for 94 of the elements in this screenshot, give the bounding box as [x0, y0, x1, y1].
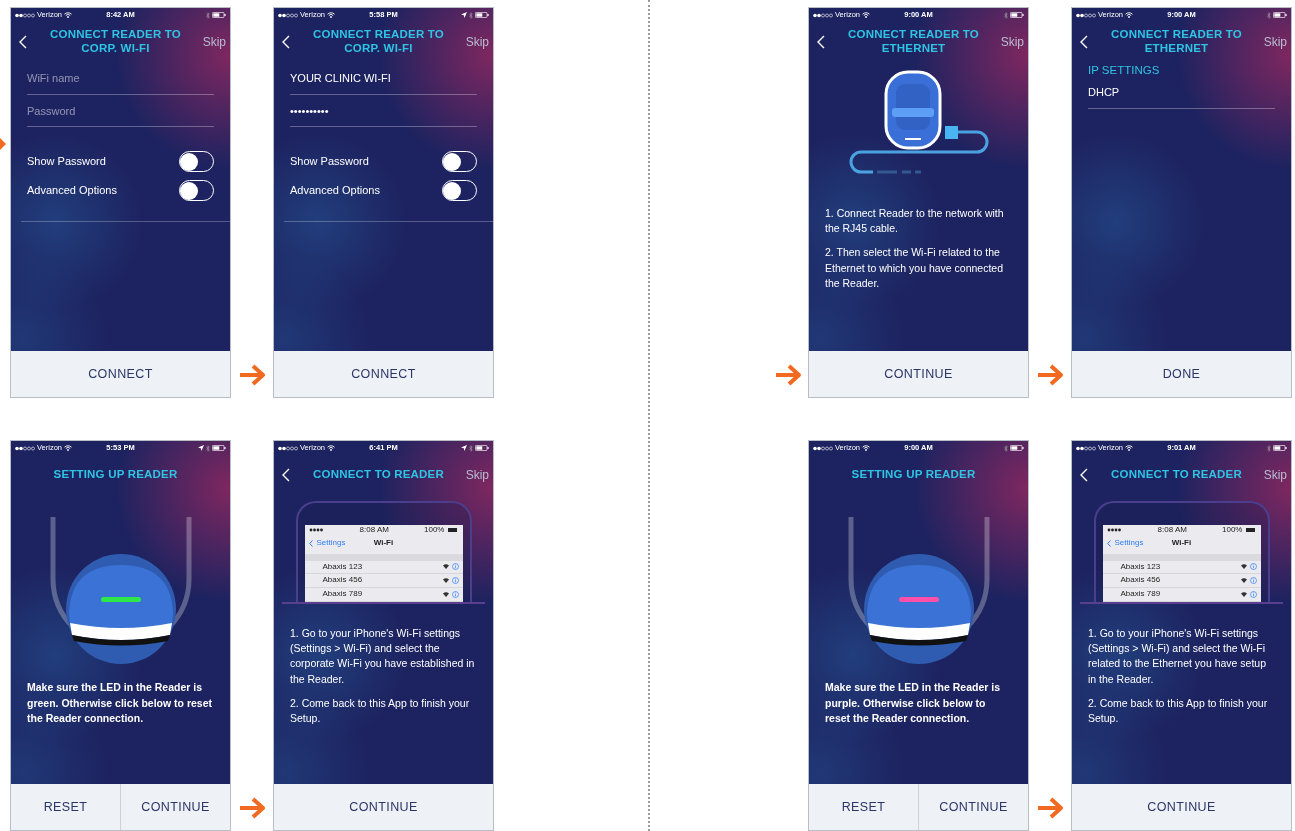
wifi-icon — [1240, 578, 1247, 584]
skip-link[interactable]: Skip — [202, 35, 226, 49]
signal-icon — [1076, 445, 1096, 451]
back-link[interactable]: Settings — [1114, 538, 1144, 548]
toggle-label: Show Password — [290, 154, 369, 170]
network-name[interactable]: Abaxis 456 — [322, 576, 440, 586]
network-name[interactable]: Abaxis 456 — [1120, 576, 1238, 586]
info-icon — [1249, 591, 1257, 599]
mockup-time: 8:08 AM — [1157, 526, 1187, 535]
section-label: IP SETTINGS — [1088, 63, 1161, 78]
battery-icon — [1246, 528, 1257, 533]
instruction-text: 2. Come back to this App to finish your Setup. — [290, 695, 471, 727]
info-icon — [451, 563, 459, 571]
screen-title: CONNECT READER TO CORP. WI-FI — [49, 28, 182, 56]
screen-title: CONNECT READER TO CORP. WI-FI — [312, 28, 445, 56]
battery-icon — [1010, 12, 1024, 18]
input-field[interactable]: •••••••••• — [290, 94, 477, 127]
signal-icon — [15, 445, 35, 451]
bluetooth-icon — [1267, 11, 1271, 19]
network-name[interactable]: Abaxis 123 — [322, 562, 440, 572]
signal-icon — [278, 445, 298, 451]
network-name[interactable]: Abaxis 123 — [1120, 562, 1238, 572]
signal-icon — [813, 12, 833, 18]
battery-icon — [1273, 445, 1287, 451]
network-name[interactable]: Abaxis 789 — [322, 590, 440, 599]
skip-link[interactable]: Skip — [1263, 468, 1287, 482]
signal-icon — [813, 445, 833, 451]
bluetooth-icon — [1267, 444, 1271, 452]
toggle-label: Advanced Options — [290, 183, 380, 199]
battery-icon — [212, 12, 226, 18]
wifi-icon — [442, 578, 449, 584]
status-message: Make sure the LED in the Reader is green. Otherwise click below to reset the Reader connection. — [26, 680, 213, 726]
signal-icon — [278, 12, 298, 18]
mockup-title: Wi-Fi — [1171, 538, 1192, 548]
toggle-label: Show Password — [27, 154, 106, 170]
input-field[interactable]: Password — [27, 94, 214, 127]
signal-icon — [1076, 12, 1096, 18]
screen-title: CONNECT READER TO ETHERNET — [847, 28, 980, 56]
signal-icon — [1106, 528, 1123, 533]
screen-title: CONNECT TO READER — [1110, 468, 1243, 482]
wifi-icon — [1125, 445, 1134, 451]
wifi-icon — [442, 592, 449, 598]
battery-icon — [212, 445, 226, 451]
instruction-text: 1. Go to your iPhone's Wi-Fi settings (Settings > Wi-Fi) and select the corporate Wi-Fi you have established in the Reader. — [290, 626, 476, 687]
skip-link[interactable]: Skip — [465, 468, 489, 482]
screen-title: SETTING UP READER — [850, 468, 977, 482]
wifi-icon — [862, 12, 871, 18]
info-icon — [1249, 563, 1257, 571]
bluetooth-icon — [206, 444, 210, 452]
bluetooth-icon — [1004, 11, 1008, 19]
battery-icon — [448, 528, 459, 533]
info-icon — [451, 591, 459, 599]
instruction-text: 2. Come back to this App to finish your Setup. — [1088, 695, 1269, 727]
instruction-text: 1. Connect Reader to the network with the RJ45 cable. — [825, 206, 1005, 237]
bluetooth-icon — [1004, 444, 1008, 452]
wifi-icon — [1240, 592, 1247, 598]
screen-title: SETTING UP READER — [52, 468, 179, 482]
toggle-label: Advanced Options — [27, 183, 117, 199]
bluetooth-icon — [206, 11, 210, 19]
battery-icon — [1010, 445, 1024, 451]
wifi-icon — [64, 445, 73, 451]
input-field[interactable]: WiFi name — [27, 62, 214, 95]
mockup-title: Wi-Fi — [373, 538, 394, 548]
battery-icon — [475, 12, 489, 18]
skip-link[interactable]: Skip — [1263, 35, 1287, 49]
instruction-text: 1. Go to your iPhone's Wi-Fi settings (Settings > Wi-Fi) and select the Wi-Fi related to the Ethernet you have setup in the Reader. — [1088, 626, 1268, 687]
wifi-icon — [64, 12, 73, 18]
screen-title: CONNECT TO READER — [312, 468, 445, 482]
wifi-icon — [1240, 564, 1247, 570]
network-name[interactable]: Abaxis 789 — [1120, 590, 1238, 599]
instruction-text: 2. Then select the Wi-Fi related to the Ethernet to which you have connected the Reader. — [825, 245, 1005, 291]
skip-link[interactable]: Skip — [1000, 35, 1024, 49]
info-icon — [1249, 577, 1257, 585]
info-icon — [451, 577, 459, 585]
setting-value[interactable]: DHCP — [1088, 79, 1275, 109]
wifi-icon — [1125, 12, 1134, 18]
wifi-icon — [327, 12, 336, 18]
battery-icon — [475, 445, 489, 451]
signal-icon — [308, 528, 325, 533]
bluetooth-icon — [469, 444, 473, 452]
signal-icon — [15, 12, 35, 18]
battery-level: 100% — [1222, 526, 1243, 535]
battery-icon — [1273, 12, 1287, 18]
bluetooth-icon — [469, 11, 473, 19]
battery-level: 100% — [424, 526, 445, 535]
status-message: Make sure the LED in the Reader is purple. Otherwise click below to reset the Reader connection. — [824, 680, 1002, 726]
input-field[interactable]: YOUR CLINIC WI-FI — [290, 62, 477, 95]
mockup-time: 8:08 AM — [359, 526, 389, 535]
wifi-icon — [442, 564, 449, 570]
skip-link[interactable]: Skip — [465, 35, 489, 49]
wifi-icon — [862, 445, 871, 451]
screen-title: CONNECT READER TO ETHERNET — [1110, 28, 1243, 56]
wifi-icon — [327, 445, 336, 451]
back-link[interactable]: Settings — [316, 538, 346, 548]
